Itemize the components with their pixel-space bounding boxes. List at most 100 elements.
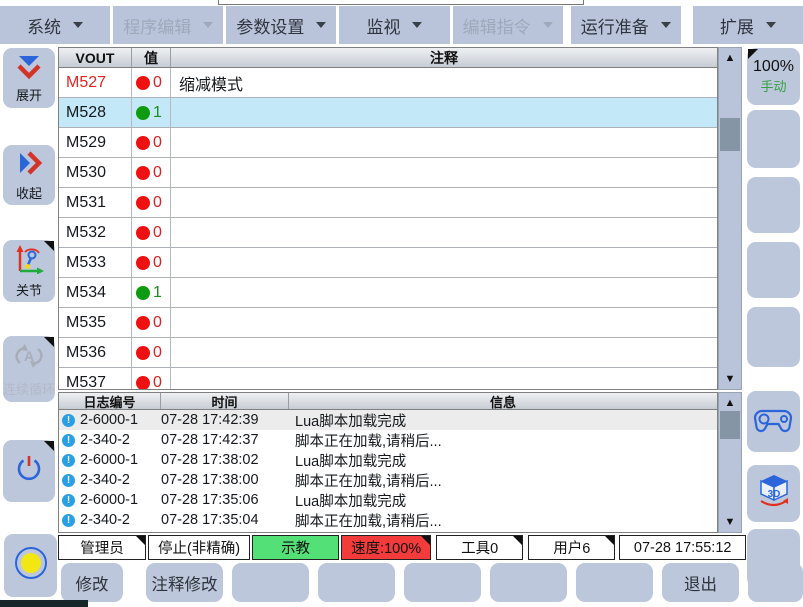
scroll-up-icon[interactable]: ▲ xyxy=(719,50,741,66)
log-scrollbar[interactable]: ▲ ▼ xyxy=(718,392,742,533)
menu-item-run-prepare[interactable]: 运行准备 xyxy=(571,6,681,44)
function-key-empty[interactable] xyxy=(404,563,481,602)
top-window-edge xyxy=(218,0,584,5)
function-key-empty[interactable] xyxy=(232,563,309,602)
function-key-empty[interactable] xyxy=(318,563,395,602)
vout-row-M531[interactable]: M5310 xyxy=(59,188,717,218)
vout-comment xyxy=(171,278,717,307)
exit-button[interactable]: 退出 xyxy=(662,563,739,602)
vout-value-cell: 0 xyxy=(132,128,171,157)
log-row[interactable]: 2-340-207-28 17:38:00脚本正在加载,请稍后... xyxy=(59,470,717,490)
joint-label: 关节 xyxy=(16,280,42,299)
vout-name: M529 xyxy=(59,128,132,157)
expand-button[interactable]: 展开 xyxy=(3,48,55,108)
menu-item-edit-command[interactable]: 编辑指令 xyxy=(453,6,563,44)
continuous-loop-button[interactable]: A 连续循环 xyxy=(3,336,55,402)
side-button-empty[interactable] xyxy=(747,307,800,367)
comment-modify-button[interactable]: 注释修改 xyxy=(146,563,223,602)
column-header-message: 信息 xyxy=(289,393,717,409)
status-bar: 管理员 停止(非精确) 示教 速度:100% 工具0 用户6 07-28 17:… xyxy=(58,535,746,560)
log-time: 07-28 17:42:39 xyxy=(161,412,289,428)
log-table: 日志编号 时间 信息 2-6000-107-28 17:42:39Lua脚本加载… xyxy=(58,392,718,533)
vout-value: 1 xyxy=(153,284,162,302)
vout-scrollbar-thumb[interactable] xyxy=(720,118,740,151)
vout-name: M533 xyxy=(59,248,132,277)
log-row[interactable]: 2-6000-1 07-28 17:42:39Lua脚本加载完成 xyxy=(59,410,717,430)
vout-table-body: M5270缩减模式M5281M5290M5300M5310M5320M5330M… xyxy=(59,68,717,390)
speed-mode-button[interactable]: 100% 手动 xyxy=(747,48,800,105)
manual-mode-label: 手动 xyxy=(760,76,786,95)
tool-field[interactable]: 工具0 xyxy=(436,535,523,560)
vout-comment xyxy=(171,188,717,217)
vout-row-M528[interactable]: M5281 xyxy=(59,98,717,128)
collapse-button[interactable]: 收起 xyxy=(3,145,55,205)
joint-coordinate-button[interactable]: 关节 xyxy=(3,240,55,302)
log-code: 2-6000-1 xyxy=(80,412,138,428)
state-dot-icon xyxy=(136,316,150,330)
side-button-empty[interactable] xyxy=(747,110,800,168)
info-icon xyxy=(62,474,75,487)
vout-value-cell: 0 xyxy=(132,368,171,390)
log-row[interactable]: 2-6000-107-28 17:38:02Lua脚本加载完成 xyxy=(59,450,717,470)
scroll-down-icon[interactable]: ▼ xyxy=(719,371,741,387)
vout-row-M533[interactable]: M533 0 xyxy=(59,248,717,278)
vout-comment xyxy=(171,308,717,337)
vout-row-M537[interactable]: M5370 xyxy=(59,368,717,390)
info-icon xyxy=(62,454,75,467)
vout-value-cell: 1 xyxy=(132,98,171,127)
vout-name: M537 xyxy=(59,368,132,390)
log-row[interactable]: 2-340-207-28 17:42:37脚本正在加载,请稍后... xyxy=(59,430,717,450)
function-key-empty[interactable] xyxy=(748,563,803,602)
side-button-empty[interactable] xyxy=(747,177,800,233)
log-code-cell: 2-340-2 xyxy=(59,472,161,488)
vout-comment xyxy=(171,248,717,277)
vout-row-M536[interactable]: M5360 xyxy=(59,338,717,368)
speed-field[interactable]: 速度:100% xyxy=(341,535,431,560)
function-key-bar: 修改 注释修改 退出 xyxy=(0,563,803,602)
svg-text:A: A xyxy=(24,348,34,364)
user-role-field[interactable]: 管理员 xyxy=(58,535,146,560)
cube-3d-icon: 3D xyxy=(754,473,794,514)
log-time: 07-28 17:35:04 xyxy=(161,512,289,528)
log-message: Lua脚本加载完成 xyxy=(289,410,717,431)
vout-value: 0 xyxy=(153,254,162,272)
menu-item-param-settings[interactable]: 参数设置 xyxy=(226,6,336,44)
menu-item-label: 运行准备 xyxy=(581,13,649,38)
log-row[interactable]: 2-340-207-28 17:35:04脚本正在加载,请稍后... xyxy=(59,510,717,530)
vout-comment xyxy=(171,158,717,187)
vout-row-M529[interactable]: M529 0 xyxy=(59,128,717,158)
scroll-down-icon[interactable]: ▼ xyxy=(719,514,741,530)
function-key-empty[interactable] xyxy=(490,563,567,602)
vout-row-M532[interactable]: M5320 xyxy=(59,218,717,248)
pendant-control-button[interactable] xyxy=(747,391,800,452)
vout-row-M530[interactable]: M5300 xyxy=(59,158,717,188)
view-3d-button[interactable]: 3D xyxy=(747,465,800,522)
modify-button[interactable]: 修改 xyxy=(61,563,123,602)
collapse-label: 收起 xyxy=(16,183,42,202)
info-icon xyxy=(62,514,75,527)
vout-row-M527[interactable]: M5270缩减模式 xyxy=(59,68,717,98)
menu-item-system[interactable]: 系统 xyxy=(0,6,110,44)
menu-item-program-edit[interactable]: 程序编辑 xyxy=(113,6,223,44)
menu-item-monitor[interactable]: 监视 xyxy=(339,6,449,44)
log-message: Lua脚本加载完成 xyxy=(289,490,717,511)
log-row[interactable]: 2-6000-107-28 17:35:06Lua脚本加载完成 xyxy=(59,490,717,510)
menu-item-extend[interactable]: 扩展 xyxy=(693,6,803,44)
vout-value: 0 xyxy=(153,74,162,92)
vout-comment xyxy=(171,338,717,367)
vout-value: 0 xyxy=(153,134,162,152)
vout-row-M535[interactable]: M5350 xyxy=(59,308,717,338)
user-frame-field[interactable]: 用户6 xyxy=(528,535,615,560)
log-scrollbar-thumb[interactable] xyxy=(720,411,740,439)
column-header-time: 时间 xyxy=(161,393,289,409)
log-code-cell: 2-6000-1 xyxy=(59,492,161,508)
user-role-label: 管理员 xyxy=(80,537,124,558)
menu-bar: 系统程序编辑参数设置监视编辑指令运行准备 扩展 xyxy=(0,6,803,44)
vout-row-M534[interactable]: M5341 xyxy=(59,278,717,308)
vout-scrollbar[interactable]: ▲ ▼ xyxy=(718,47,742,390)
scroll-up-icon[interactable]: ▲ xyxy=(719,395,741,411)
log-message: Lua脚本加载完成 xyxy=(289,450,717,471)
servo-power-button[interactable] xyxy=(3,440,55,502)
function-key-empty[interactable] xyxy=(576,563,653,602)
side-button-empty[interactable] xyxy=(747,242,800,298)
